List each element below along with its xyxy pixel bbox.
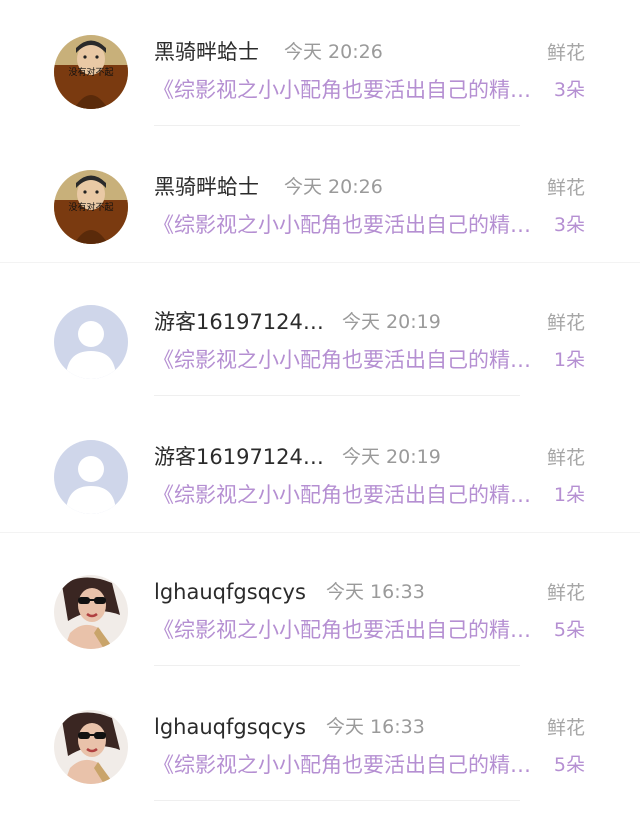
- timestamp: 今天 20:26: [284, 176, 383, 198]
- username[interactable]: lghauqfgsqcys: [154, 713, 306, 741]
- gift-label: 鲜花: [546, 717, 585, 739]
- gift-label: 鲜花: [546, 582, 585, 604]
- timestamp: 今天 20:19: [342, 446, 441, 468]
- gift-count: 5朵: [553, 619, 585, 641]
- list-item[interactable]: 游客16197124… 今天 20:19 鲜花 《综影视之小小配角也要活出自己的…: [0, 270, 640, 405]
- row-divider: [154, 665, 520, 666]
- boy-photo-avatar-icon[interactable]: 没有对不起: [54, 170, 128, 244]
- row-divider: [154, 800, 520, 801]
- default-user-avatar-icon[interactable]: [54, 440, 128, 514]
- book-title-link[interactable]: 《综影视之小小配角也要活出自己的精彩》: [153, 211, 537, 239]
- gift-count: 1朵: [553, 349, 585, 371]
- row-divider: [154, 125, 520, 126]
- list-item[interactable]: lghauqfgsqcys 今天 16:33 鲜花 《综影视之小小配角也要活出自…: [0, 540, 640, 675]
- username[interactable]: 游客16197124…: [154, 308, 324, 336]
- timestamp: 今天 16:33: [326, 716, 425, 738]
- book-title-link[interactable]: 《综影视之小小配角也要活出自己的精彩》: [153, 481, 537, 509]
- list-item[interactable]: 没有对不起 黑骑畔蛤士 今天 20:26 鲜花 《综影视之小小配角也要活出自己的…: [0, 135, 640, 270]
- section-divider: [0, 262, 640, 263]
- gift-label: 鲜花: [546, 447, 585, 469]
- book-title-link[interactable]: 《综影视之小小配角也要活出自己的精彩》: [153, 346, 537, 374]
- gift-label: 鲜花: [546, 177, 585, 199]
- username[interactable]: 游客16197124…: [154, 443, 324, 471]
- gift-count: 5朵: [553, 754, 585, 776]
- avatar-caption: 没有对不起: [68, 66, 113, 78]
- girl-sunglasses-avatar-icon[interactable]: [54, 710, 128, 784]
- boy-photo-avatar-icon[interactable]: 没有对不起: [54, 35, 128, 109]
- book-title-link[interactable]: 《综影视之小小配角也要活出自己的精彩》: [153, 76, 537, 104]
- list-item[interactable]: 游客16197124… 今天 20:19 鲜花 《综影视之小小配角也要活出自己的…: [0, 405, 640, 540]
- row-divider: [154, 395, 520, 396]
- username[interactable]: 黑骑畔蛤士: [154, 173, 259, 201]
- gift-count: 3朵: [553, 214, 585, 236]
- girl-sunglasses-avatar-icon[interactable]: [54, 575, 128, 649]
- username[interactable]: 黑骑畔蛤士: [154, 38, 259, 66]
- gift-label: 鲜花: [546, 42, 585, 64]
- username[interactable]: lghauqfgsqcys: [154, 578, 306, 606]
- gift-count: 3朵: [553, 79, 585, 101]
- timestamp: 今天 20:19: [342, 311, 441, 333]
- avatar-caption: 没有对不起: [68, 201, 113, 213]
- gift-label: 鲜花: [546, 312, 585, 334]
- book-title-link[interactable]: 《综影视之小小配角也要活出自己的精彩》: [153, 751, 537, 779]
- timestamp: 今天 20:26: [284, 41, 383, 63]
- list-item[interactable]: 没有对不起 黑骑畔蛤士 今天 20:26 鲜花 《综影视之小小配角也要活出自己的…: [0, 0, 640, 135]
- timestamp: 今天 16:33: [326, 581, 425, 603]
- list-item[interactable]: lghauqfgsqcys 今天 16:33 鲜花 《综影视之小小配角也要活出自…: [0, 675, 640, 810]
- book-title-link[interactable]: 《综影视之小小配角也要活出自己的精彩》: [153, 616, 537, 644]
- default-user-avatar-icon[interactable]: [54, 305, 128, 379]
- gift-record-list: 没有对不起 黑骑畔蛤士 今天 20:26 鲜花 《综影视之小小配角也要活出自己的…: [0, 0, 640, 819]
- gift-count: 1朵: [553, 484, 585, 506]
- section-divider: [0, 532, 640, 533]
